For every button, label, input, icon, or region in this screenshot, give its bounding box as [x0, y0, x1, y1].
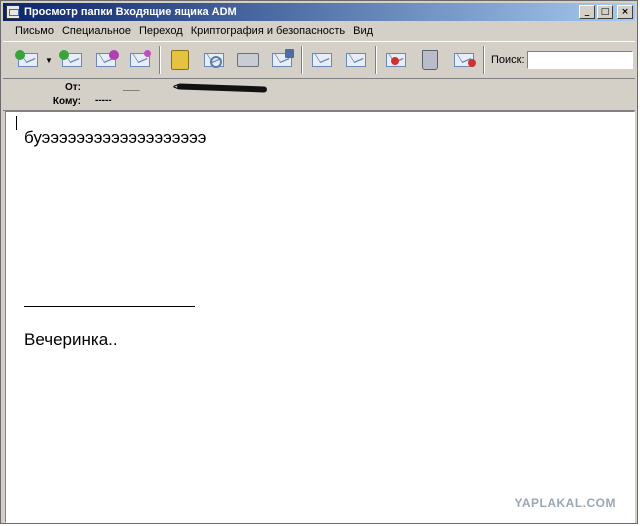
chevron-down-icon[interactable]: ▼ — [45, 56, 53, 65]
close-button[interactable]: × — [617, 5, 633, 19]
signature-text: Вечеринка.. — [24, 330, 118, 349]
print-icon[interactable] — [235, 47, 261, 73]
menu-item-go[interactable]: Переход — [135, 25, 187, 37]
window-icon — [6, 5, 20, 19]
window-controls: _ □ × — [579, 5, 633, 19]
reply-icon[interactable] — [59, 47, 85, 73]
search-label: Поиск: — [491, 54, 525, 66]
junk-icon[interactable] — [451, 47, 477, 73]
from-name: ___ — [123, 81, 140, 92]
message-text: буэээээээээээээээээээ — [24, 128, 207, 147]
delete-mark-icon[interactable] — [383, 47, 409, 73]
toolbar-separator — [375, 46, 377, 74]
menu-item-special[interactable]: Специальное — [58, 25, 135, 37]
get-mail-icon[interactable] — [15, 47, 41, 73]
watermark: YAPLAKAL.COM — [514, 496, 616, 510]
search-input[interactable] — [527, 51, 633, 69]
from-label: От: — [64, 82, 81, 93]
trash-icon[interactable] — [417, 47, 443, 73]
find-icon[interactable] — [201, 47, 227, 73]
message-header: От: ___ < Кому: ----- — [3, 80, 635, 111]
message-window: Просмотр папки Входящие ящика ADM _ □ × … — [0, 0, 638, 524]
menu-bar: Письмо Специальное Переход Криптография … — [3, 22, 635, 40]
to-value: ----- — [95, 95, 112, 106]
toolbar-separator — [301, 46, 303, 74]
menu-item-crypto[interactable]: Криптография и безопасность — [187, 25, 349, 37]
text-cursor — [16, 116, 17, 130]
menu-item-view[interactable]: Вид — [349, 25, 377, 37]
move-icon[interactable] — [309, 47, 335, 73]
menu-item-letter[interactable]: Письмо — [11, 25, 58, 37]
maximize-button[interactable]: □ — [597, 5, 613, 19]
toolbar-separator — [159, 46, 161, 74]
to-label: Кому: — [52, 96, 81, 107]
save-icon[interactable] — [269, 47, 295, 73]
new-message-icon[interactable] — [127, 47, 153, 73]
forward-icon[interactable] — [93, 47, 119, 73]
toolbar: ▼ Поиск: — [3, 41, 635, 79]
title-bar: Просмотр папки Входящие ящика ADM _ □ × — [3, 3, 635, 21]
toolbar-separator — [483, 46, 485, 74]
window-title: Просмотр папки Входящие ящика ADM — [24, 6, 237, 18]
signature-divider — [24, 306, 195, 307]
minimize-button[interactable]: _ — [579, 5, 595, 19]
copy-icon[interactable] — [343, 47, 369, 73]
message-body[interactable]: буэээээээээээээээээээ Вечеринка.. YAPLAK… — [5, 111, 635, 523]
address-book-icon[interactable] — [167, 47, 193, 73]
